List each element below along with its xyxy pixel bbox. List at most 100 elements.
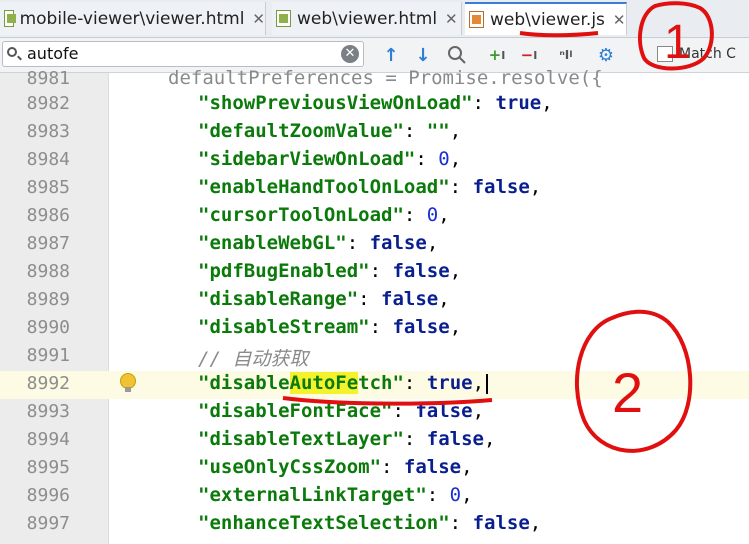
match-case-box[interactable] bbox=[657, 46, 673, 62]
property-key: "defaultZoomValue" bbox=[198, 120, 404, 142]
find-all-icon[interactable] bbox=[445, 43, 469, 67]
property-key: "useOnlyCssZoom" bbox=[198, 456, 382, 478]
code-line: 8983 "defaultZoomValue": "", bbox=[0, 119, 749, 147]
property-key: "externalLinkTarget" bbox=[198, 484, 427, 506]
tab-web-viewer-js[interactable]: web\viewer.js ✕ bbox=[465, 2, 627, 35]
line-number: 8981 bbox=[26, 68, 70, 89]
code-line: 8982 "showPreviousViewOnLoad": true, bbox=[0, 91, 749, 119]
tab-label: web\viewer.js bbox=[490, 9, 605, 30]
code-text: "enhanceTextSelection": false, bbox=[198, 512, 542, 534]
line-number: 8987 bbox=[26, 233, 70, 254]
code-text: "pdfBugEnabled": false, bbox=[198, 260, 462, 282]
property-key: "disable bbox=[198, 372, 290, 394]
current-code-line: 8992 "disableAutoFetch": true, bbox=[0, 371, 749, 399]
add-occurrence-icon[interactable]: + I bbox=[485, 43, 509, 67]
code-line: 8994 "disableTextLayer": false, bbox=[0, 427, 749, 455]
property-value: false bbox=[472, 512, 530, 534]
property-value: false bbox=[472, 176, 530, 198]
code-text: "disableStream": false, bbox=[198, 316, 462, 338]
code-line: 8988 "pdfBugEnabled": false, bbox=[0, 259, 749, 287]
property-key: "disableStream" bbox=[198, 316, 370, 338]
line-number: 8992 bbox=[26, 373, 70, 394]
select-all-occurrences-icon[interactable]: ⁿI I bbox=[551, 43, 581, 67]
property-value: false bbox=[415, 400, 473, 422]
line-number: 8983 bbox=[26, 121, 70, 142]
property-key: "disableTextLayer" bbox=[198, 428, 404, 450]
property-key: "cursorToolOnLoad" bbox=[198, 204, 404, 226]
close-icon[interactable]: ✕ bbox=[445, 10, 458, 28]
property-key: "disableFontFace" bbox=[198, 400, 393, 422]
property-value: 0 bbox=[426, 204, 439, 226]
html-file-icon bbox=[4, 10, 16, 27]
remove-occurrence-icon[interactable]: − I bbox=[517, 43, 541, 67]
previous-occurrence-icon[interactable]: ↑ bbox=[380, 43, 402, 67]
code-line: 8997 "enhanceTextSelection": false, bbox=[0, 511, 749, 539]
clear-search-icon[interactable]: ✕ bbox=[341, 45, 359, 63]
code-line: 8986 "cursorToolOnLoad": 0, bbox=[0, 203, 749, 231]
html-file-icon bbox=[276, 10, 291, 27]
code-text: "useOnlyCssZoom": false, bbox=[198, 456, 473, 478]
tab-web-viewer-html[interactable]: web\viewer.html ✕ bbox=[272, 2, 462, 35]
property-value: 0 bbox=[449, 484, 462, 506]
property-value: false bbox=[392, 316, 450, 338]
match-case-label: Match C bbox=[679, 46, 736, 62]
property-key: "showPreviousViewOnLoad" bbox=[198, 92, 473, 114]
match-case-checkbox[interactable]: Match C bbox=[657, 46, 736, 62]
property-key: "enhanceTextSelection" bbox=[198, 512, 450, 534]
code-text: "externalLinkTarget": 0, bbox=[198, 484, 473, 506]
property-key: "enableWebGL" bbox=[198, 232, 347, 254]
code-line: 8989 "disableRange": false, bbox=[0, 287, 749, 315]
property-value: false bbox=[392, 260, 450, 282]
property-key: "sidebarViewOnLoad" bbox=[198, 148, 416, 170]
text-cursor bbox=[486, 373, 489, 394]
property-value: false bbox=[403, 456, 462, 478]
code-text: "enableWebGL": false, bbox=[198, 232, 439, 254]
code-text: "disableAutoFetch": true, bbox=[198, 372, 489, 394]
search-input[interactable]: autofe ✕ bbox=[2, 41, 364, 67]
editor-tab-bar: mobile-viewer\viewer.html ✕ web\viewer.h… bbox=[0, 0, 749, 38]
code-text: defaultPreferences = Promise.resolve({ bbox=[168, 67, 603, 89]
property-value: false bbox=[381, 288, 439, 310]
code-text: "disableRange": false, bbox=[198, 288, 450, 310]
property-key: "disableRange" bbox=[198, 288, 359, 310]
property-value: "" bbox=[426, 120, 450, 142]
search-icon bbox=[7, 47, 17, 57]
property-key: "pdfBugEnabled" bbox=[198, 260, 370, 282]
property-value: false bbox=[426, 428, 484, 450]
next-occurrence-icon[interactable]: ↓ bbox=[412, 43, 434, 67]
code-text: "showPreviousViewOnLoad": true, bbox=[198, 92, 553, 114]
close-icon[interactable]: ✕ bbox=[613, 11, 626, 29]
code-text: "sidebarViewOnLoad": 0, bbox=[198, 148, 462, 170]
settings-icon[interactable]: ⚙ bbox=[594, 43, 618, 67]
tab-mobile-viewer-html[interactable]: mobile-viewer\viewer.html ✕ bbox=[0, 2, 266, 35]
property-key: tch" bbox=[358, 372, 404, 394]
tab-label: mobile-viewer\viewer.html bbox=[19, 8, 245, 29]
code-line: 8981 defaultPreferences = Promise.resolv… bbox=[0, 66, 749, 94]
code-line: 8995 "useOnlyCssZoom": false, bbox=[0, 455, 749, 483]
line-number: 8993 bbox=[26, 401, 70, 422]
line-number: 8996 bbox=[26, 485, 70, 506]
code-line: 8990 "disableStream": false, bbox=[0, 315, 749, 343]
lightbulb-icon[interactable] bbox=[120, 373, 136, 392]
line-number: 8994 bbox=[26, 429, 70, 450]
line-number: 8995 bbox=[26, 457, 70, 478]
line-number: 8982 bbox=[26, 93, 70, 114]
code-text: "enableHandToolOnLoad": false, bbox=[198, 176, 542, 198]
code-comment: // 自动获取 bbox=[198, 348, 309, 370]
code-text: // 自动获取 bbox=[198, 344, 308, 371]
js-file-icon bbox=[469, 11, 484, 28]
search-input-value: autofe bbox=[27, 44, 79, 63]
code-line: 8993 "disableFontFace": false, bbox=[0, 399, 749, 427]
property-key: "enableHandToolOnLoad" bbox=[198, 176, 450, 198]
line-number: 8997 bbox=[26, 513, 70, 534]
tab-label: web\viewer.html bbox=[297, 8, 438, 29]
line-number: 8989 bbox=[26, 289, 70, 310]
line-number: 8986 bbox=[26, 205, 70, 226]
property-value: 0 bbox=[438, 148, 450, 170]
code-line: 8987 "enableWebGL": false, bbox=[0, 231, 749, 259]
search-match-highlight: AutoFe bbox=[289, 372, 359, 394]
line-number: 8991 bbox=[26, 345, 70, 366]
property-value: true bbox=[426, 372, 473, 394]
code-line: 8996 "externalLinkTarget": 0, bbox=[0, 483, 749, 511]
close-icon[interactable]: ✕ bbox=[252, 10, 265, 28]
